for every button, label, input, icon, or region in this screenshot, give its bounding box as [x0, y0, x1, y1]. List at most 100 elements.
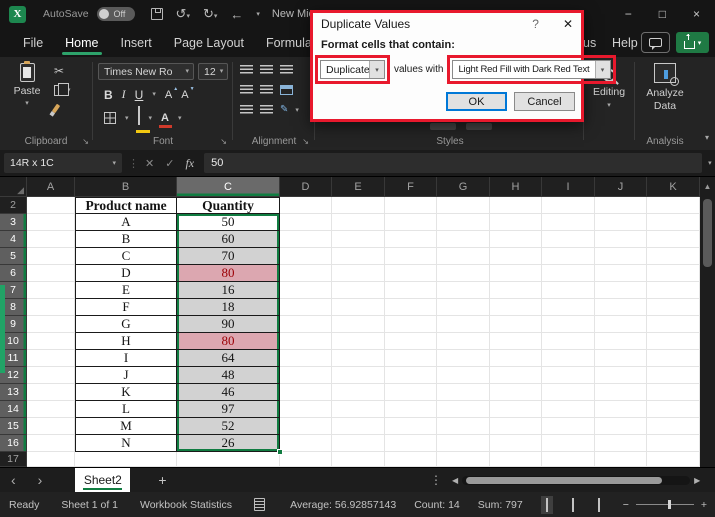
comments-button[interactable]: [641, 32, 670, 53]
format-painter-button[interactable]: [51, 103, 61, 114]
cell-D11[interactable]: [280, 350, 332, 367]
cell-C10[interactable]: 80: [177, 333, 280, 350]
cell-D8[interactable]: [280, 299, 332, 316]
undo-button[interactable]: ↺▾: [176, 6, 190, 22]
cell-D15[interactable]: [280, 418, 332, 435]
cell-B14[interactable]: L: [75, 401, 177, 418]
cell-G2[interactable]: [437, 197, 490, 214]
autosave-toggle[interactable]: Off: [96, 7, 135, 21]
row-header-5[interactable]: 5: [0, 248, 27, 265]
back-arrow-icon[interactable]: ←: [230, 7, 243, 22]
cell-I9[interactable]: [542, 316, 595, 333]
clipboard-dialog-launcher[interactable]: ↘: [82, 138, 89, 146]
cell-C15[interactable]: 52: [177, 418, 280, 435]
font-size-combo[interactable]: 12 ▾: [198, 63, 228, 80]
tab-home[interactable]: Home: [54, 28, 109, 57]
cell-G10[interactable]: [437, 333, 490, 350]
align-center-button[interactable]: [260, 85, 273, 95]
cell-A6[interactable]: [27, 265, 75, 282]
cell-C16[interactable]: 26: [177, 435, 283, 455]
cell-F12[interactable]: [385, 367, 437, 384]
cell-A5[interactable]: [27, 248, 75, 265]
horizontal-scrollbar[interactable]: ◀ ▶: [448, 474, 708, 487]
cell-I3[interactable]: [542, 214, 595, 231]
cell-C2[interactable]: Quantity: [177, 197, 280, 214]
cell-F11[interactable]: [385, 350, 437, 367]
col-header-I[interactable]: I: [542, 177, 595, 197]
cell-I4[interactable]: [542, 231, 595, 248]
cell-F15[interactable]: [385, 418, 437, 435]
sheet-tab-sheet2[interactable]: Sheet2: [75, 468, 131, 492]
cell-H8[interactable]: [490, 299, 542, 316]
cell-A9[interactable]: [27, 316, 75, 333]
cancel-entry-button[interactable]: ✕: [145, 157, 154, 170]
zoom-out-button[interactable]: −: [623, 499, 629, 511]
cell-H14[interactable]: [490, 401, 542, 418]
cell-J11[interactable]: [595, 350, 647, 367]
previous-sheet-button[interactable]: ‹: [0, 472, 27, 488]
dialog-close-button[interactable]: ✕: [563, 17, 573, 31]
grow-font-button[interactable]: A: [165, 86, 179, 101]
cell-K3[interactable]: [647, 214, 700, 231]
cell-C6[interactable]: 80: [177, 265, 280, 282]
cell-E6[interactable]: [332, 265, 385, 282]
cell-K4[interactable]: [647, 231, 700, 248]
cell-B3[interactable]: A: [75, 214, 177, 231]
cell-F2[interactable]: [385, 197, 437, 214]
cell-K7[interactable]: [647, 282, 700, 299]
cell-A17[interactable]: [27, 452, 75, 467]
cell-D5[interactable]: [280, 248, 332, 265]
cell-E4[interactable]: [332, 231, 385, 248]
cell-J5[interactable]: [595, 248, 647, 265]
select-all-button[interactable]: ◢: [0, 177, 27, 197]
cell-E8[interactable]: [332, 299, 385, 316]
share-button[interactable]: ▾: [676, 32, 709, 53]
cell-K6[interactable]: [647, 265, 700, 282]
condition-dropdown[interactable]: Duplicate ▾: [320, 60, 385, 79]
cell-C3[interactable]: 50: [177, 214, 280, 231]
cell-C17[interactable]: [177, 452, 280, 467]
cell-G8[interactable]: [437, 299, 490, 316]
format-style-dropdown[interactable]: Light Red Fill with Dark Red Text ▾: [452, 60, 611, 79]
cell-H16[interactable]: [490, 435, 542, 452]
cell-F3[interactable]: [385, 214, 437, 231]
cell-A11[interactable]: [27, 350, 75, 367]
cell-H4[interactable]: [490, 231, 542, 248]
cell-C13[interactable]: 46: [177, 384, 280, 401]
cell-B8[interactable]: F: [75, 299, 177, 316]
cell-G5[interactable]: [437, 248, 490, 265]
cell-I6[interactable]: [542, 265, 595, 282]
cell-F14[interactable]: [385, 401, 437, 418]
cell-J12[interactable]: [595, 367, 647, 384]
merge-center-button[interactable]: [280, 85, 293, 95]
cell-J13[interactable]: [595, 384, 647, 401]
scroll-left-icon[interactable]: ◀: [448, 476, 462, 485]
close-button[interactable]: ×: [693, 7, 700, 21]
confirm-entry-button[interactable]: ✓: [165, 157, 174, 170]
formula-input[interactable]: 50: [204, 153, 703, 173]
insert-function-button[interactable]: fx: [185, 156, 194, 171]
cell-B10[interactable]: H: [75, 333, 177, 350]
cell-E9[interactable]: [332, 316, 385, 333]
vertical-scrollbar[interactable]: ▲: [700, 177, 715, 467]
new-sheet-button[interactable]: +: [158, 472, 166, 488]
cell-G11[interactable]: [437, 350, 490, 367]
cell-C5[interactable]: 70: [177, 248, 280, 265]
col-header-A[interactable]: A: [27, 177, 75, 197]
cell-J8[interactable]: [595, 299, 647, 316]
cell-A4[interactable]: [27, 231, 75, 248]
row-header-15[interactable]: 15: [0, 418, 27, 435]
cell-E5[interactable]: [332, 248, 385, 265]
minimize-button[interactable]: −: [625, 7, 632, 21]
cell-B17[interactable]: [75, 452, 177, 467]
cell-G14[interactable]: [437, 401, 490, 418]
fill-handle[interactable]: [277, 449, 283, 455]
cell-A2[interactable]: [27, 197, 75, 214]
cell-B12[interactable]: J: [75, 367, 177, 384]
cell-H5[interactable]: [490, 248, 542, 265]
cell-C9[interactable]: 90: [177, 316, 280, 333]
alignment-dialog-launcher[interactable]: ↘: [302, 138, 309, 146]
name-box[interactable]: 14R x 1C ▾: [4, 153, 122, 173]
save-icon[interactable]: [150, 8, 163, 20]
vertical-scroll-thumb[interactable]: [703, 199, 712, 267]
